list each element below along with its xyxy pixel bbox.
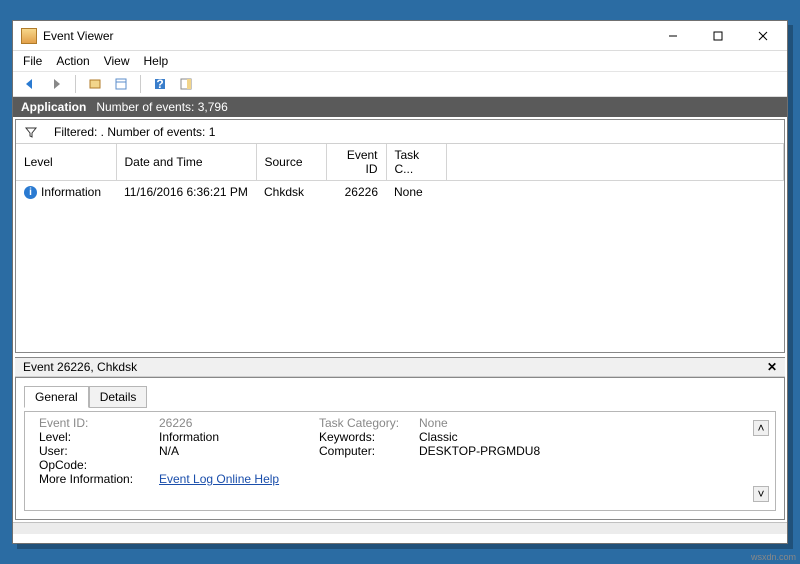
table-row[interactable]: i Information 11/16/2016 6:36:21 PM Chkds… — [16, 181, 784, 204]
cell-source: Chkdsk — [256, 181, 326, 204]
col-level[interactable]: Level — [16, 144, 116, 181]
value-level: Information — [159, 430, 319, 444]
label-moreinfo: More Information: — [39, 472, 159, 486]
cell-taskc: None — [386, 181, 446, 204]
value-keywords: Classic — [419, 430, 761, 444]
cell-eventid: 26226 — [326, 181, 386, 204]
tab-details[interactable]: Details — [89, 386, 148, 408]
detail-title: Event 26226, Chkdsk — [23, 360, 137, 374]
titlebar[interactable]: Event Viewer — [13, 21, 787, 51]
value-taskcat: None — [419, 416, 761, 430]
tab-general[interactable]: General — [24, 386, 89, 408]
label-user: User: — [39, 444, 159, 458]
value-opcode — [159, 458, 319, 472]
information-icon: i — [24, 186, 37, 199]
label-eventid: Event ID: — [39, 416, 159, 430]
col-source[interactable]: Source — [256, 144, 326, 181]
log-name: Application — [21, 100, 86, 114]
svg-text:?: ? — [156, 77, 163, 91]
menu-view[interactable]: View — [104, 54, 130, 68]
value-computer: DESKTOP-PRGMDU8 — [419, 444, 761, 458]
scroll-down-button[interactable]: ˅ — [753, 486, 769, 502]
help-button[interactable]: ? — [149, 73, 171, 95]
back-button[interactable] — [19, 73, 41, 95]
label-computer: Computer: — [319, 444, 419, 458]
col-taskc[interactable]: Task C... — [386, 144, 446, 181]
menu-help[interactable]: Help — [144, 54, 169, 68]
show-tree-button[interactable] — [84, 73, 106, 95]
list-content: Filtered: . Number of events: 1 Level Da… — [15, 119, 785, 353]
col-datetime[interactable]: Date and Time — [116, 144, 256, 181]
close-button[interactable] — [740, 22, 785, 50]
menubar: File Action View Help — [13, 51, 787, 71]
detail-header: Event 26226, Chkdsk ✕ — [15, 357, 785, 377]
tab-body: Event ID: 26226 Task Category: None Leve… — [24, 411, 776, 511]
event-list[interactable]: Level Date and Time Source Event ID Task… — [16, 144, 784, 352]
filter-text: Filtered: . Number of events: 1 — [54, 125, 215, 139]
filter-bar: Filtered: . Number of events: 1 — [16, 120, 784, 144]
window-footer — [13, 522, 787, 534]
event-log-online-help-link[interactable]: Event Log Online Help — [159, 472, 319, 486]
window-title: Event Viewer — [43, 29, 650, 43]
label-taskcat: Task Category: — [319, 416, 419, 430]
label-level: Level: — [39, 430, 159, 444]
label-keywords: Keywords: — [319, 430, 419, 444]
minimize-button[interactable] — [650, 22, 695, 50]
detail-close-icon[interactable]: ✕ — [767, 360, 777, 374]
value-eventid: 26226 — [159, 416, 319, 430]
maximize-button[interactable] — [695, 22, 740, 50]
menu-action[interactable]: Action — [56, 54, 89, 68]
forward-button[interactable] — [45, 73, 67, 95]
action-pane-button[interactable] — [175, 73, 197, 95]
properties-button[interactable] — [110, 73, 132, 95]
detail-pane: General Details Event ID: 26226 Task Cat… — [15, 377, 785, 520]
watermark: wsxdn.com — [751, 552, 796, 562]
status-bar: Application Number of events: 3,796 — [13, 97, 787, 117]
cell-level: Information — [41, 185, 101, 199]
filter-icon — [24, 125, 38, 139]
event-count: Number of events: 3,796 — [96, 100, 227, 114]
col-eventid[interactable]: Event ID — [326, 144, 386, 181]
event-viewer-window: Event Viewer File Action View Help ? App… — [12, 20, 788, 544]
scroll-up-button[interactable]: ˄ — [753, 420, 769, 436]
label-opcode: OpCode: — [39, 458, 159, 472]
value-user: N/A — [159, 444, 319, 458]
menu-file[interactable]: File — [23, 54, 42, 68]
app-icon — [21, 28, 37, 44]
cell-datetime: 11/16/2016 6:36:21 PM — [116, 181, 256, 204]
toolbar: ? — [13, 71, 787, 97]
